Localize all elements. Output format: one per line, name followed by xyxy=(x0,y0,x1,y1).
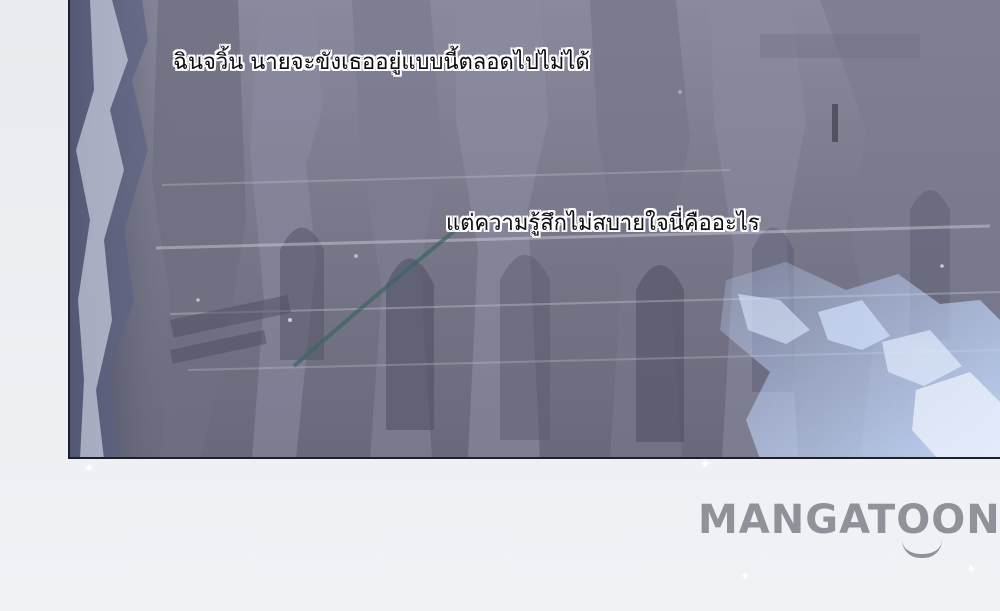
particle-1 xyxy=(288,318,292,322)
particle-3 xyxy=(196,298,200,302)
gothic-window-3 xyxy=(500,255,550,440)
sparkle-icon: ✦ xyxy=(966,562,977,576)
gothic-window-4 xyxy=(636,265,684,442)
manga-page: ฉินจวิ้น นายจะขังเธออยู่แบบนี้ตลอดไปไม่ไ… xyxy=(0,0,1000,611)
smile-icon xyxy=(902,540,942,558)
caption-top: ฉินจวิ้น นายจะขังเธออยู่แบบนี้ตลอดไปไม่ไ… xyxy=(173,50,590,75)
logo-text: MANGATOON xyxy=(698,497,1000,543)
particle-5 xyxy=(940,264,944,268)
upper-shadow-band xyxy=(760,34,920,58)
window-slit xyxy=(832,104,838,142)
gothic-window-1 xyxy=(280,227,324,360)
gothic-window-2 xyxy=(386,258,434,430)
comic-panel: ฉินจวิ้น นายจะขังเธออยู่แบบนี้ตลอดไปไม่ไ… xyxy=(68,0,1000,459)
sparkle-icon: ✦ xyxy=(740,569,751,583)
sparkle-icon: ✦ xyxy=(700,457,711,471)
particle-2 xyxy=(354,254,358,258)
mangatoon-logo: MANGATOON xyxy=(698,500,1000,562)
caption-middle: แต่ความรู้สึกไม่สบายใจนี่คืออะไร xyxy=(446,211,760,236)
sparkle-icon: ✦ xyxy=(84,461,95,475)
particle-4 xyxy=(678,90,682,94)
